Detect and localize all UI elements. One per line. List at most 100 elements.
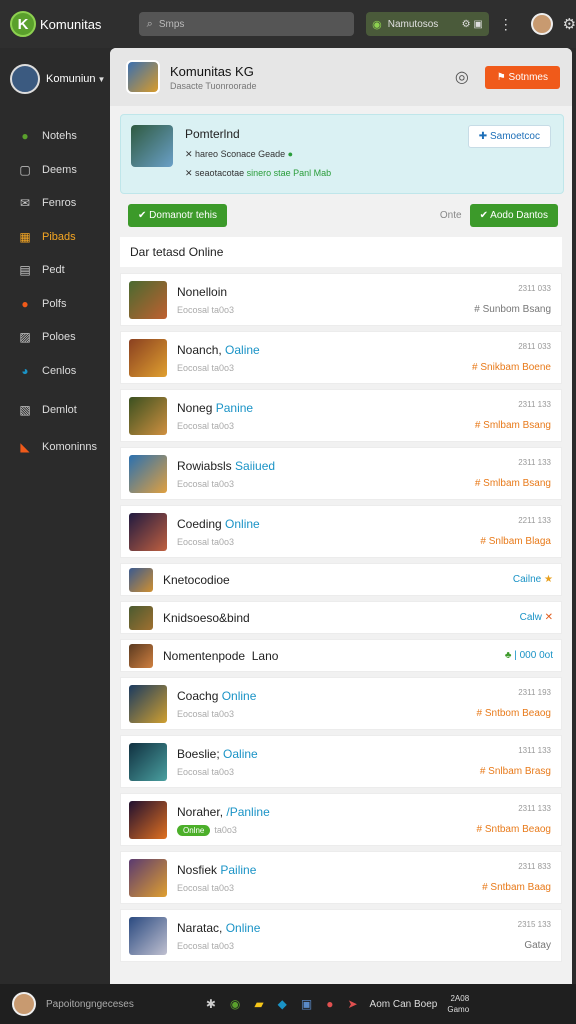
member-status: Pailine [220,862,257,877]
member-tag[interactable]: # Smlbam Bsang [475,478,551,489]
timestamp: 1311 133 [518,746,551,755]
list-item[interactable]: Coeding Online Eocosal ta0o3 2211 133 # Snl… [120,505,562,558]
sidebar-item-0[interactable]: ● Notehs [0,120,110,152]
member-tag[interactable]: # Sntbam Beaog [477,824,552,835]
sidebar-nav: ● Notehs ▢ Deems ✉ Fenros ▦ Pibads ▤ Pedt ● Polfs ▨ P… [0,120,110,463]
list-item[interactable]: Nosfiek Pailine Eocosal ta0o3 2311 833 # Sn… [120,851,562,904]
list-item[interactable]: Noneg Panine Eocosal ta0o3 2311 133 # Smlba… [120,389,562,442]
app-logo[interactable]: K Komunitas [10,11,121,37]
list-item[interactable]: Naratac, Online Eocosal ta0o3 2315 133 Gata… [120,909,562,962]
list-item[interactable]: Nomentenpode Lano ♣ | 000 0ot [120,639,562,672]
member-tag[interactable]: # Snlbam Brasg [480,766,551,777]
timestamp: 2311 833 [518,862,551,871]
group-icon [126,60,160,94]
notifications-button[interactable]: ◉ Namutosos ⚙ ▣ [366,12,489,36]
chat-icon: ✉ [19,196,31,210]
member-status: /Panline [226,804,270,819]
member-status: Oaline [223,746,258,761]
sidebar-item-label: Polfs [42,297,67,310]
timestamp: 2811 033 [518,342,551,351]
sidebar-item-5[interactable]: ● Polfs [0,288,110,320]
grid-icon: ▦ [19,229,31,244]
member-right-status[interactable]: Calw ✕ [520,612,553,623]
taskbar-status: Aom Can Boep [369,998,438,1010]
list-item[interactable]: Noraher, /Panline Onlne ta0o3 2311 133 # Snt… [120,793,562,846]
search-icon: ⌕ [146,17,153,30]
member-tag[interactable]: # Sntbam Baag [482,882,551,893]
member-name: Rowiabsls Saiiued [177,458,276,473]
main-panel: Komunitas KG Dasacte Tuonroorade ◎ ⚑ Sot… [110,48,572,984]
member-tag[interactable]: # Smlbam Bsang [475,420,551,431]
member-avatar [129,605,153,630]
sidebar-item-8[interactable]: ▧ Demlot [0,394,110,426]
list-item[interactable]: Noanch, Oaline Eocosal ta0o3 2811 033 # Sni… [120,331,562,384]
chart-icon: ▧ [19,402,31,417]
sidebar-item-label: Poloes [42,331,76,343]
timestamp: 2315 133 [517,920,551,929]
list-item[interactable]: Knidsoeso&bind Calw ✕ [120,601,562,634]
member-status: Online [221,688,257,703]
browser-icon[interactable]: ◆ [278,997,287,1011]
member-avatar [129,280,167,319]
member-meta: Eocosal ta0o3 [177,420,235,431]
member-avatar [129,643,153,668]
sidebar-item-4[interactable]: ▤ Pedt [0,254,110,286]
member-status: Saiiued [235,458,276,473]
list-item[interactable]: Knetocodioe Cailne ★ [120,563,562,596]
primary-action-button[interactable]: ✔ Domanotr tehis [128,204,227,227]
banner-button[interactable]: ✚ Samoetcoc [467,125,551,148]
list-item[interactable]: Coachg Online Eocosal ta0o3 2311 193 # Sntb… [120,677,562,730]
member-avatar [129,684,167,723]
secondary-action-button[interactable]: ✔ Aodo Dantos [469,204,558,227]
header-action-button[interactable]: ⚑ Sotnmes [484,65,560,89]
bell-icon: ◉ [372,18,382,31]
sidebar-item-7[interactable]: ◕ Cenlos [0,355,110,387]
member-tag[interactable]: # Snikbam Boene [472,362,551,373]
red-app-icon[interactable]: ● [326,997,333,1011]
member-tag[interactable]: # Sunbom Bsang [474,304,551,315]
member-extra: Lano [251,648,279,663]
member-tag[interactable]: # Snlbam Blaga [480,536,551,547]
member-avatar [129,512,167,551]
list-item[interactable]: Boeslie; Oaline Eocosal ta0o3 1311 133 # Sn… [120,735,562,788]
sidebar-item-3[interactable]: ▦ Pibads [0,221,110,253]
member-right-status[interactable]: ♣ | 000 0ot [505,650,553,661]
featured-banner: Pomterlnd ✕ hareo Sconace Geade ● ✕ seao… [120,114,564,194]
member-avatar [129,742,167,781]
list-item[interactable]: Rowiabsls Saiiued Eocosal ta0o3 2311 133 # … [120,447,562,500]
more-icon[interactable]: ⋮ [499,16,513,33]
gear-icon[interactable]: ⚙ [563,15,576,33]
member-meta: Eocosal ta0o3 [177,940,235,951]
tag-icon: ◣ [20,439,30,454]
sidebar-item-9[interactable]: ◣ Komoninns [0,431,110,463]
timestamp: 2311 033 [518,284,551,293]
member-right-status[interactable]: Cailne ★ [513,574,553,585]
member-name: Noanch, Oaline [177,342,260,357]
member-tag[interactable]: # Sntbom Beaog [477,708,552,719]
folder-icon[interactable]: ▰ [254,997,263,1011]
section-title: Dar tetasd Online [120,237,562,267]
sidebar-item-label: Komoninns [42,440,98,453]
member-name: Naratac, Online [177,920,261,935]
sidebar: Komuniun ▼ ● Notehs ▢ Deems ✉ Fenros ▦ Pibads ▤ P… [0,48,110,984]
search-input[interactable]: ⌕ Smps [138,12,355,36]
avatar[interactable] [530,13,553,35]
sidebar-item-1[interactable]: ▢ Deems [0,154,110,186]
sidebar-item-6[interactable]: ▨ Poloes [0,321,110,353]
app-icon[interactable]: ▣ [301,997,312,1011]
list-item[interactable]: Nonelloin Eocosal ta0o3 2311 033 # Sunbom B… [120,273,562,326]
page-title: Komunitas KG [170,63,254,79]
banner-line-2: ✕ seaotacotae sinero stae Panl Mab [185,168,332,178]
settings-icon[interactable]: ✱ [206,997,216,1011]
taskbar-avatar[interactable] [12,992,36,1016]
user-avatar [10,64,40,94]
settings-icon[interactable]: ⚙ ▣ [462,19,483,30]
send-icon[interactable]: ➤ [347,997,357,1011]
member-tag[interactable]: Gatay [524,940,551,951]
member-meta: Eocosal ta0o3 [177,362,235,373]
user-menu[interactable]: Komuniun ▼ [0,48,110,94]
search-icon[interactable]: ◎ [455,67,469,87]
taskbar-label: Papoitongngeceses [46,998,134,1010]
sidebar-item-2[interactable]: ✉ Fenros [0,187,110,219]
green-circle-icon[interactable]: ◉ [230,997,240,1011]
